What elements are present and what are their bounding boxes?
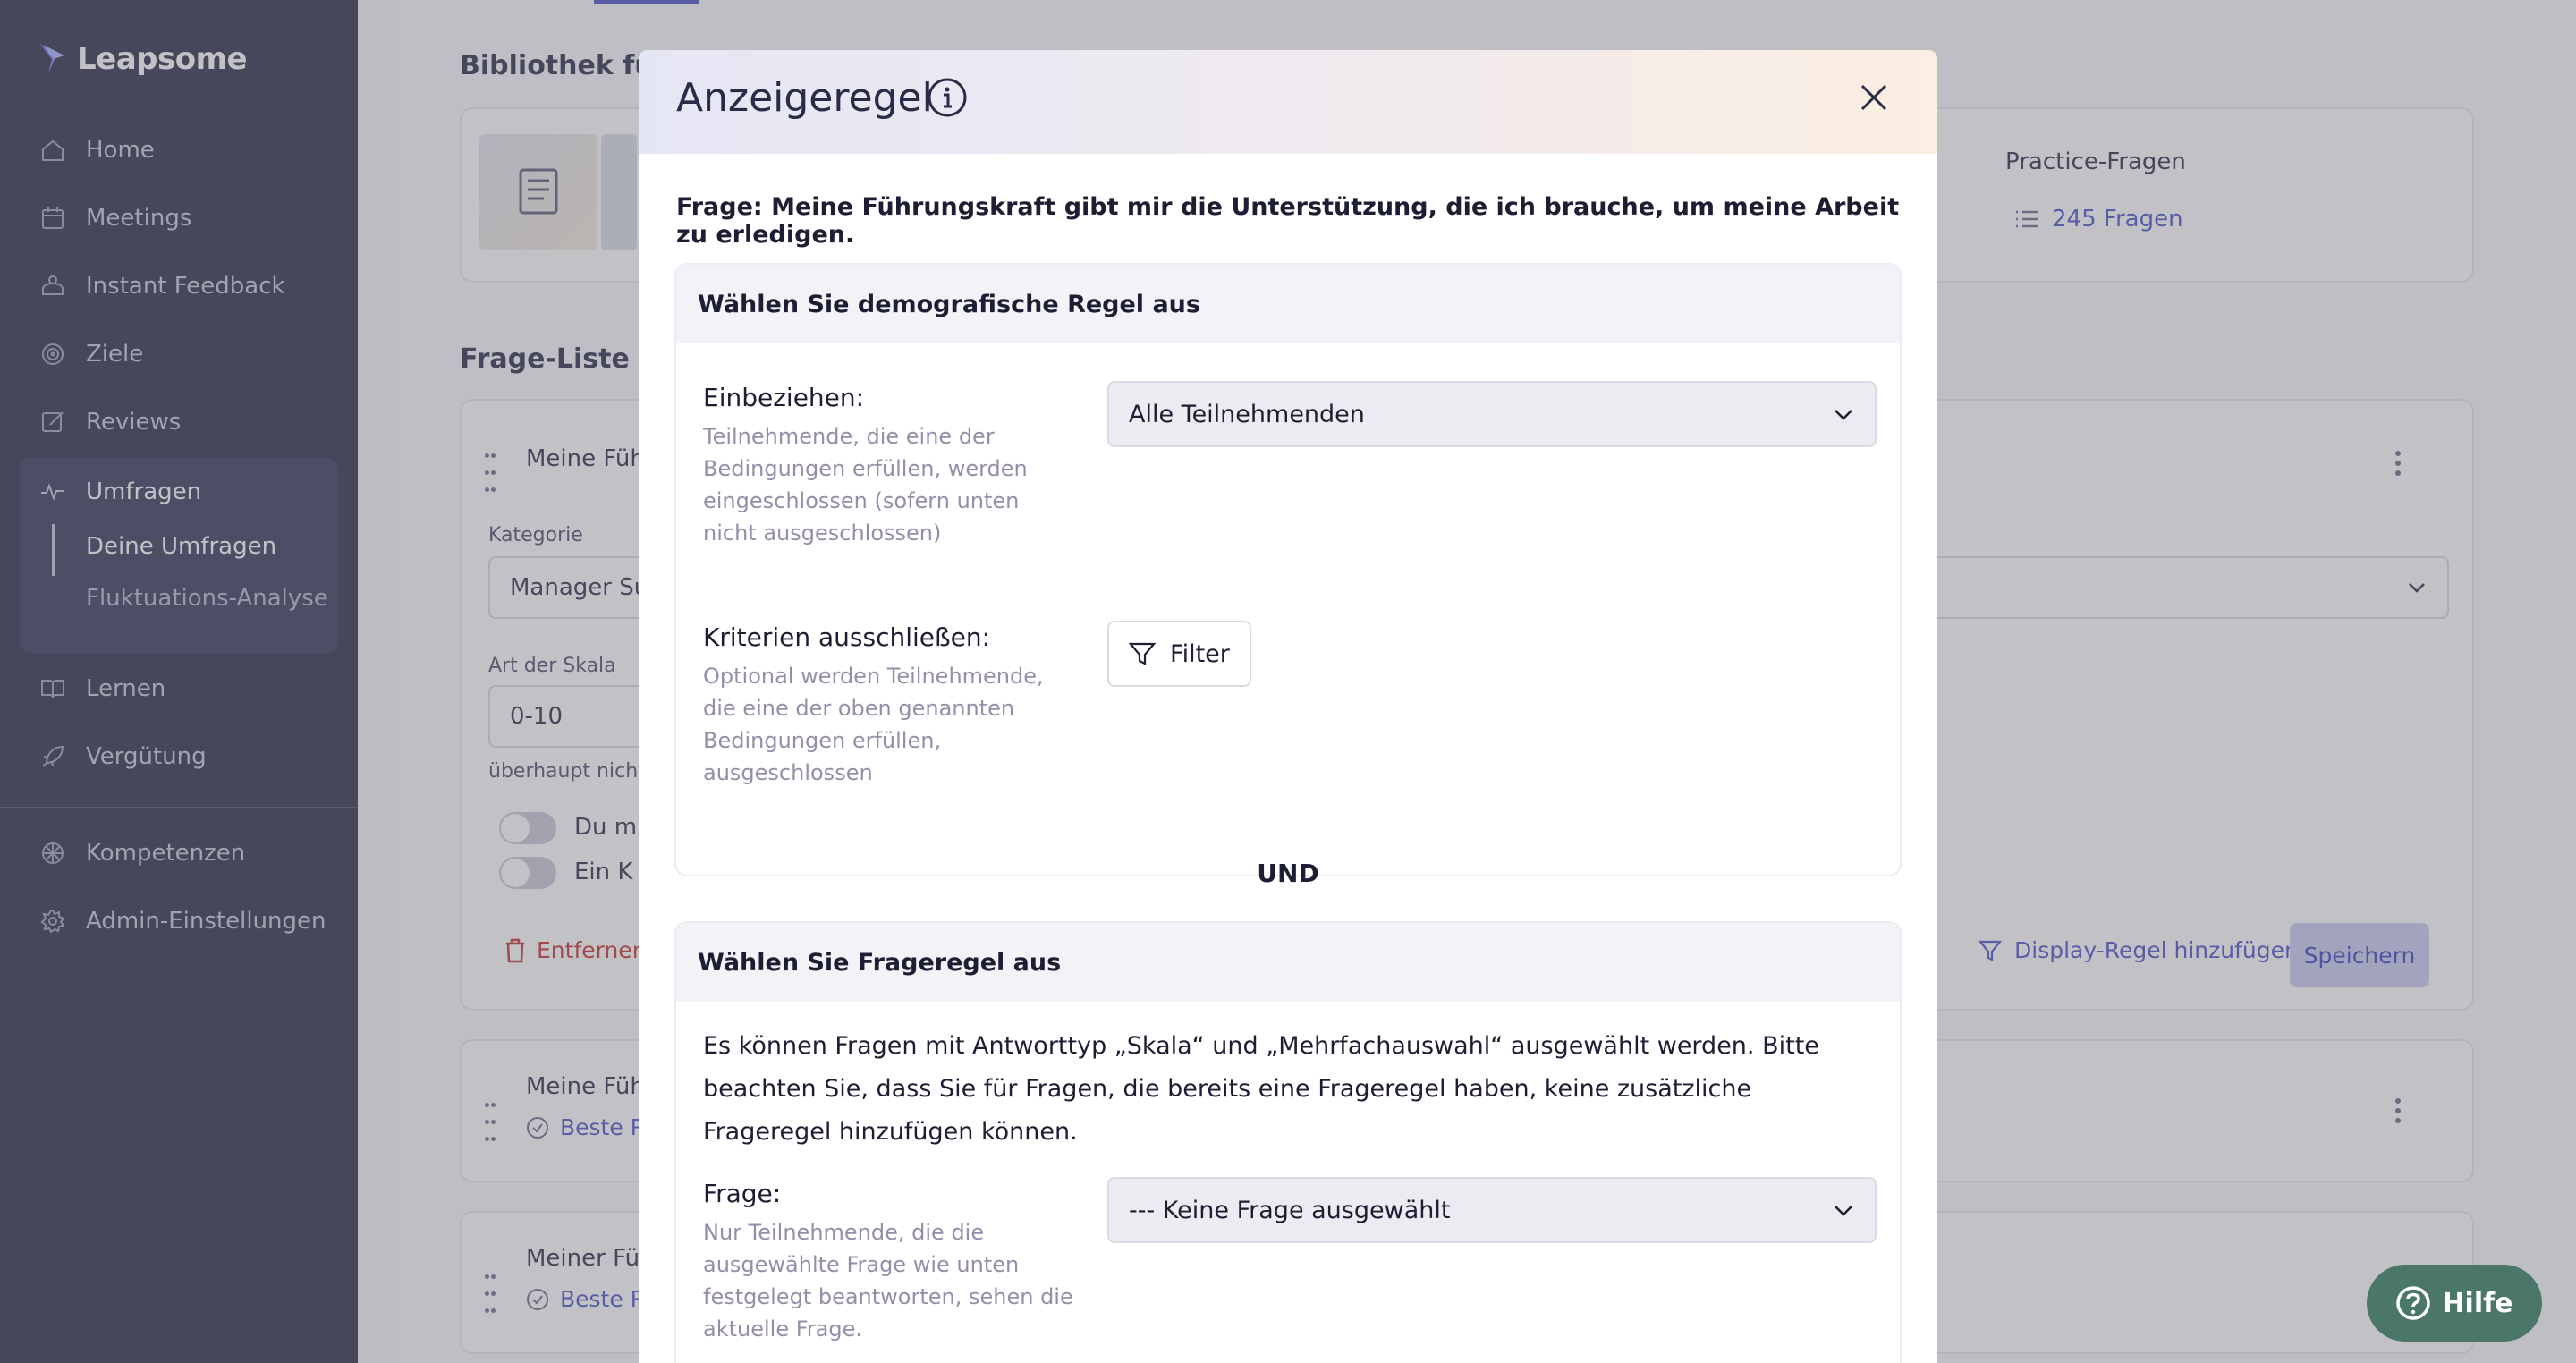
exclude-help: Optional werden Teilnehmende, die eine d… xyxy=(703,664,1044,785)
modal-header: Anzeigeregel xyxy=(639,50,1937,154)
and-separator: UND xyxy=(1257,859,1319,888)
current-question: Frage: Meine Führungskraft gibt mir die … xyxy=(676,193,1900,249)
demographic-rule-card: Wählen Sie demografische Regel aus Einbe… xyxy=(674,263,1902,876)
demographic-rule-heading: Wählen Sie demografische Regel aus xyxy=(676,265,1900,343)
chevron-down-icon xyxy=(1835,1206,1852,1216)
close-icon[interactable] xyxy=(1859,82,1889,113)
question-select[interactable]: --- Keine Frage ausgewählt xyxy=(1107,1177,1877,1243)
chevron-down-icon xyxy=(1835,410,1852,420)
display-rule-modal: Anzeigeregel Frage: Meine Führungskraft … xyxy=(639,50,1937,1363)
filter-button[interactable]: Filter xyxy=(1107,621,1251,687)
include-label: Einbeziehen: xyxy=(703,383,865,412)
filter-icon xyxy=(1129,642,1156,665)
include-help: Teilnehmende, die eine der Bedingungen e… xyxy=(703,424,1028,546)
info-icon[interactable] xyxy=(927,77,968,118)
question-rule-help: Nur Teilnehmende, die die ausgewählte Fr… xyxy=(703,1220,1073,1342)
exclude-label: Kriterien ausschließen: xyxy=(703,622,991,652)
question-rule-label: Frage: xyxy=(703,1179,782,1208)
include-select[interactable]: Alle Teilnehmenden xyxy=(1107,381,1877,447)
modal-title: Anzeigeregel xyxy=(676,75,933,121)
question-circle-icon xyxy=(2396,1286,2431,1320)
help-button[interactable]: Hilfe xyxy=(2367,1265,2542,1342)
question-rule-card: Wählen Sie Frageregel aus Es können Frag… xyxy=(674,921,1902,1363)
question-rule-description: Es können Fragen mit Antworttyp „Skala“ … xyxy=(703,1032,1819,1146)
question-rule-heading: Wählen Sie Frageregel aus xyxy=(676,923,1900,1002)
